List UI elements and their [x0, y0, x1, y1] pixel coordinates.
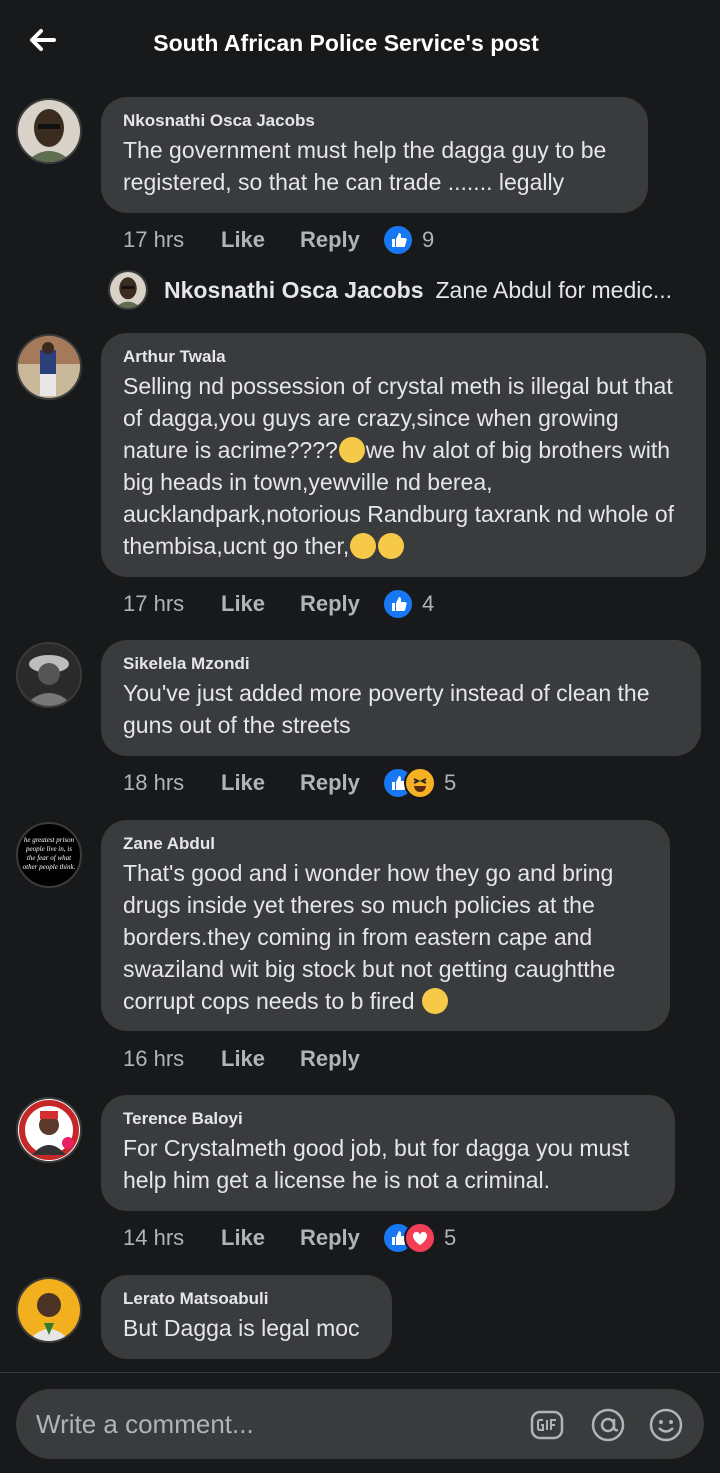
- mention-icon[interactable]: [590, 1407, 626, 1443]
- emoji-icon[interactable]: [648, 1407, 684, 1443]
- reaction-count: 9: [422, 227, 435, 252]
- like-button[interactable]: Like: [221, 1225, 300, 1251]
- avatar: [108, 270, 148, 310]
- comment-author[interactable]: Terence Baloyi: [123, 1109, 653, 1129]
- avatar[interactable]: [16, 642, 82, 708]
- like-button[interactable]: Like: [221, 1046, 300, 1072]
- reaction-summary[interactable]: 9: [382, 224, 434, 256]
- comment-author[interactable]: Zane Abdul: [123, 834, 648, 854]
- comment-text: The government must help the dagga guy t…: [123, 137, 607, 195]
- heart-reaction-icon: [404, 1222, 436, 1254]
- reply-button[interactable]: Reply: [300, 591, 382, 617]
- thumbs-up-icon: [382, 588, 414, 620]
- comment-time: 17 hrs: [123, 591, 185, 616]
- comment-actions: 17 hrs Like Reply 4: [123, 587, 434, 621]
- comment-time: 18 hrs: [123, 770, 185, 795]
- gif-icon[interactable]: [529, 1407, 565, 1443]
- thinking-emoji-icon: [421, 988, 448, 1014]
- comment-actions: 14 hrs Like Reply 5: [123, 1221, 456, 1255]
- comment-author[interactable]: Sikelela Mzondi: [123, 654, 679, 674]
- avatar[interactable]: [16, 1277, 82, 1343]
- comment-bubble[interactable]: Terence Baloyi For Crystalmeth good job,…: [101, 1095, 675, 1211]
- comment-author[interactable]: Lerato Matsoabuli: [123, 1289, 370, 1309]
- reply-author[interactable]: Nkosnathi Osca Jacobs: [164, 277, 424, 304]
- reply-preview[interactable]: Nkosnathi Osca Jacobs Zane Abdul for med…: [108, 270, 672, 310]
- reaction-summary[interactable]: 4: [382, 588, 434, 620]
- thinking-emoji-icon: [378, 533, 405, 559]
- avatar[interactable]: [16, 1097, 82, 1163]
- reply-text: Zane Abdul for medic...: [435, 276, 673, 303]
- top-bar: South African Police Service's post: [0, 0, 720, 84]
- comment-time: 14 hrs: [123, 1225, 185, 1250]
- comment-actions: 16 hrs Like Reply: [123, 1042, 382, 1076]
- comment-text-part: That's good and i wonder how they go and…: [123, 860, 616, 1014]
- comment-bubble[interactable]: Sikelela Mzondi You've just added more p…: [101, 640, 701, 756]
- reply-button[interactable]: Reply: [300, 770, 382, 796]
- reaction-count: 5: [444, 1225, 457, 1250]
- comment-time: 17 hrs: [123, 227, 185, 252]
- thinking-emoji-icon: [338, 437, 365, 463]
- comment-text: You've just added more poverty instead o…: [123, 680, 650, 738]
- reaction-summary[interactable]: 5: [382, 1222, 456, 1254]
- comment-author[interactable]: Arthur Twala: [123, 347, 684, 367]
- page-title: South African Police Service's post: [153, 30, 539, 56]
- like-button[interactable]: Like: [221, 770, 300, 796]
- comment-bubble[interactable]: Nkosnathi Osca Jacobs The government mus…: [101, 97, 648, 213]
- like-button[interactable]: Like: [221, 591, 300, 617]
- comment-bubble[interactable]: Zane Abdul That's good and i wonder how …: [101, 820, 670, 1031]
- haha-reaction-icon: [404, 767, 436, 799]
- reply-button[interactable]: Reply: [300, 1046, 382, 1072]
- comment-input-placeholder: Write a comment...: [36, 1409, 254, 1439]
- comment-text: Selling nd possession of crystal meth is…: [123, 370, 684, 562]
- thumbs-up-icon: [382, 224, 414, 256]
- reply-button[interactable]: Reply: [300, 1225, 382, 1251]
- avatar-quote-text: he greatest prison people live in, is th…: [22, 836, 76, 871]
- comment-input[interactable]: Write a comment...: [16, 1389, 704, 1459]
- thinking-emoji-icon: [350, 533, 377, 559]
- comment-text: But Dagga is legal moc: [123, 1315, 360, 1341]
- reaction-summary[interactable]: 5: [382, 767, 456, 799]
- avatar[interactable]: [16, 334, 82, 400]
- comment-time: 16 hrs: [123, 1046, 185, 1071]
- reaction-count: 5: [444, 770, 457, 795]
- comment-text: That's good and i wonder how they go and…: [123, 857, 648, 1017]
- reaction-count: 4: [422, 591, 435, 616]
- comment-actions: 17 hrs Like Reply 9: [123, 223, 434, 257]
- comment-actions: 18 hrs Like Reply 5: [123, 766, 456, 800]
- comment-bubble[interactable]: Arthur Twala Selling nd possession of cr…: [101, 333, 706, 577]
- reply-button[interactable]: Reply: [300, 227, 382, 253]
- comment-bubble[interactable]: Lerato Matsoabuli But Dagga is legal moc: [101, 1275, 392, 1359]
- comment-text: For Crystalmeth good job, but for dagga …: [123, 1135, 630, 1193]
- like-button[interactable]: Like: [221, 227, 300, 253]
- comment-composer: Write a comment...: [0, 1372, 720, 1473]
- avatar[interactable]: he greatest prison people live in, is th…: [16, 822, 82, 888]
- comment-author[interactable]: Nkosnathi Osca Jacobs: [123, 111, 626, 131]
- avatar[interactable]: [16, 98, 82, 164]
